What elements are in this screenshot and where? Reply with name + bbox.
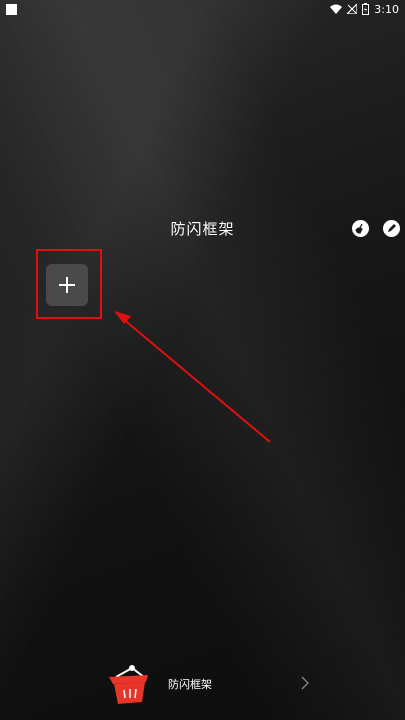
status-time: 3:10: [374, 2, 399, 16]
wifi-icon: [330, 4, 343, 14]
background: [0, 0, 405, 720]
header-actions: [352, 220, 400, 237]
cleaner-icon[interactable]: [352, 220, 369, 237]
battery-icon: [362, 3, 370, 15]
no-signal-icon: [347, 4, 358, 14]
add-button[interactable]: [46, 264, 88, 306]
page-title: 防闪框架: [170, 220, 235, 238]
status-right: 3:10: [330, 3, 399, 16]
bottom-bar[interactable]: 防闪框架: [0, 650, 405, 720]
square-icon: [6, 3, 17, 15]
pencil-icon[interactable]: [383, 220, 400, 237]
chevron-right-icon: [300, 675, 310, 694]
status-bar: 3:10: [0, 0, 405, 18]
plus-icon: [59, 277, 75, 293]
basket-icon: [106, 660, 152, 710]
bottom-label: 防闪框架: [168, 678, 212, 691]
